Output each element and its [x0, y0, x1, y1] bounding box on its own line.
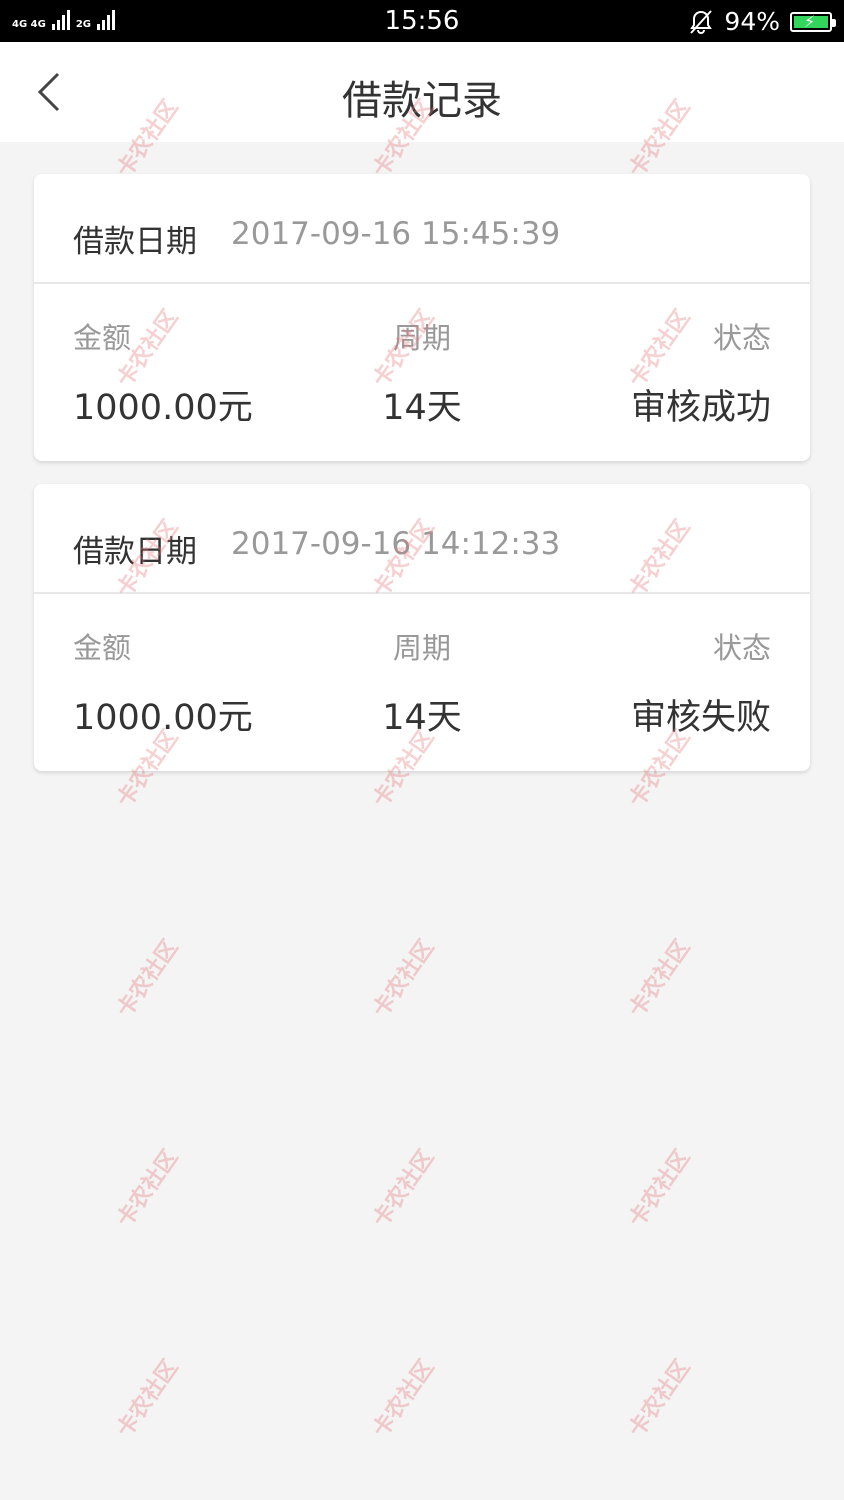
watermark: 卡农社区	[368, 1145, 440, 1233]
nav-bar: 借款记录	[0, 42, 844, 142]
page-title: 借款记录	[342, 78, 502, 124]
card-header: 借款日期 2017-09-16 14:12:33	[34, 484, 810, 594]
date-label: 借款日期	[73, 534, 197, 570]
status-label: 状态	[712, 321, 771, 355]
period-label: 周期	[392, 321, 451, 355]
loan-record-card[interactable]: 借款日期 2017-09-16 14:12:33 金额 周期 状态 1000.0…	[34, 484, 810, 771]
watermark: 卡农社区	[624, 1145, 696, 1233]
status-value: 审核失败	[630, 698, 771, 738]
battery-icon: ⚡	[790, 11, 836, 32]
watermark: 卡农社区	[624, 935, 696, 1023]
watermark: 卡农社区	[112, 935, 184, 1023]
status-right: 94% ⚡	[688, 7, 836, 36]
loan-record-card[interactable]: 借款日期 2017-09-16 15:45:39 金额 周期 状态 1000.0…	[34, 174, 810, 461]
status-label: 状态	[712, 631, 771, 665]
status-value: 审核成功	[630, 388, 771, 428]
watermark: 卡农社区	[624, 1355, 696, 1443]
date-value: 2017-09-16 15:45:39	[231, 216, 561, 252]
battery-percent: 94%	[724, 7, 780, 36]
card-header: 借款日期 2017-09-16 15:45:39	[34, 174, 810, 284]
bell-muted-icon	[690, 9, 713, 34]
watermark: 卡农社区	[368, 935, 440, 1023]
watermark: 卡农社区	[112, 1355, 184, 1443]
period-label: 周期	[392, 631, 451, 665]
date-label: 借款日期	[73, 224, 197, 260]
status-bar: 4G 4G 2G 15:56 94% ⚡	[0, 0, 844, 42]
watermark: 卡农社区	[112, 1145, 184, 1233]
watermark: 卡农社区	[368, 1355, 440, 1443]
date-value: 2017-09-16 14:12:33	[231, 526, 561, 562]
